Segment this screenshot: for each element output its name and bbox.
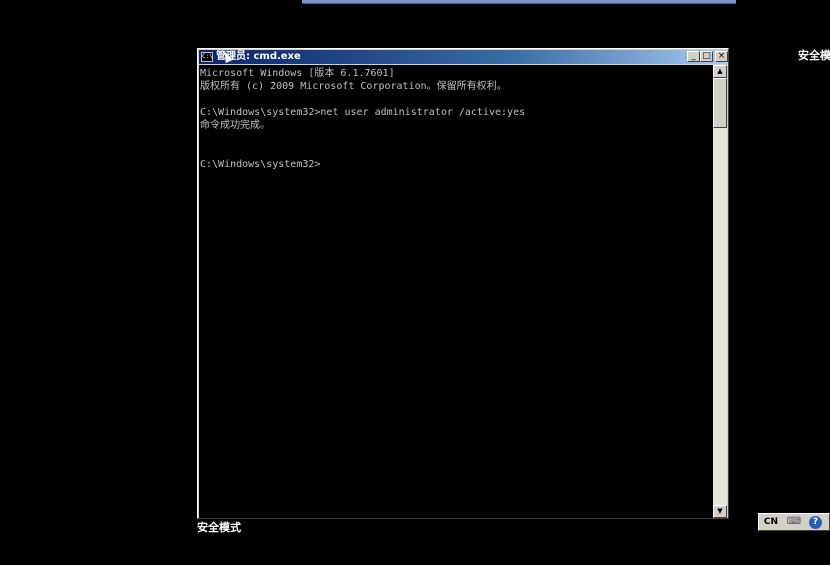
console-prompt[interactable]: C:\Windows\system32> — [200, 158, 320, 171]
console-line: Microsoft Windows [版本 6.1.7601] — [200, 68, 395, 79]
scroll-down-icon[interactable]: ▼ — [713, 505, 727, 518]
keyboard-icon[interactable]: ⌨ — [785, 516, 803, 528]
cmd-window[interactable]: C:\ 管理员: cmd.exe _ □ × Microsoft Windows… — [197, 48, 729, 519]
minimize-button[interactable]: _ — [687, 51, 700, 62]
language-indicator[interactable]: CN — [761, 516, 781, 528]
console-output[interactable]: Microsoft Windows [版本 6.1.7601] 版权所有 (c)… — [199, 65, 713, 518]
console-line: 版权所有 (c) 2009 Microsoft Corporation。保留所有… — [200, 81, 507, 92]
safe-mode-label: 安全模式 — [197, 521, 241, 534]
maximize-button[interactable]: □ — [700, 51, 713, 62]
cmd-app-icon[interactable]: C:\ — [201, 52, 213, 62]
scroll-up-icon[interactable]: ▲ — [713, 65, 727, 78]
title-bar[interactable]: C:\ 管理员: cmd.exe _ □ × — [199, 50, 728, 64]
close-button[interactable]: × — [715, 51, 728, 62]
console-line: C:\Windows\system32>net user administrat… — [200, 107, 526, 118]
scroll-thumb[interactable] — [713, 78, 727, 128]
help-icon[interactable]: ? — [809, 516, 822, 529]
top-window-edge — [302, 0, 736, 4]
language-bar[interactable]: CN ⌨ ? — [758, 513, 830, 531]
console-line: 命令成功完成。 — [200, 120, 270, 131]
vertical-scrollbar[interactable]: ▲ ▼ — [713, 65, 727, 518]
safe-mode-corner-text: 安全模 — [798, 49, 830, 62]
